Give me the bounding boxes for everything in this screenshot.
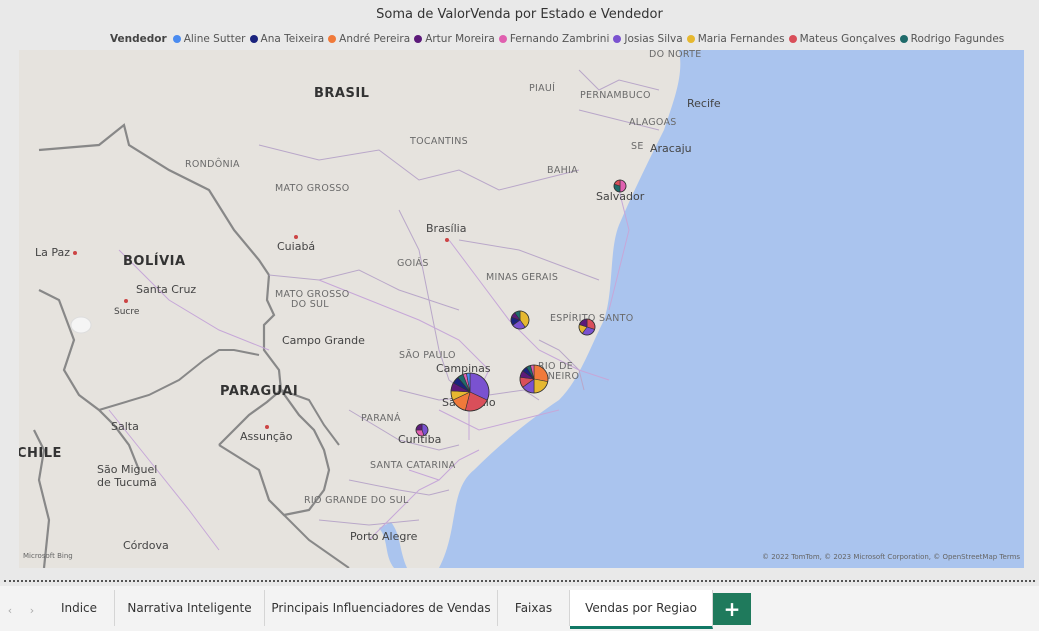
tab-principais-influenciadores[interactable]: Principais Influenciadores de Vendas [265, 590, 498, 626]
legend: Vendedor Aline Sutter Ana Teixeira André… [110, 32, 1008, 46]
legend-item-label: Josias Silva [624, 33, 683, 45]
legend-item-label: Mateus Gonçalves [799, 33, 896, 45]
pie-marker[interactable] [519, 364, 549, 394]
legend-dot-icon [498, 35, 507, 43]
legend-dot-icon [613, 35, 622, 43]
legend-item[interactable]: Mateus Gonçalves [788, 33, 896, 45]
page-divider [4, 580, 1035, 582]
report-canvas: Soma de ValorVenda por Estado e Vendedor… [0, 0, 1039, 583]
legend-item-label: Artur Moreira [425, 33, 495, 45]
pie-markers-layer [415, 179, 627, 437]
tab-vendas-por-regiao[interactable]: Vendas por Regiao [570, 590, 713, 629]
pie-marker[interactable] [450, 372, 490, 412]
legend-item[interactable]: Rodrigo Fagundes [899, 33, 1005, 45]
tab-narrativa-inteligente[interactable]: Narrativa Inteligente [115, 590, 265, 626]
legend-item-label: Ana Teixeira [260, 33, 325, 45]
legend-item-label: Rodrigo Fagundes [910, 33, 1005, 45]
tab-faixas[interactable]: Faixas [498, 590, 570, 626]
legend-dot-icon [249, 35, 258, 43]
legend-dot-icon [686, 35, 695, 43]
legend-dot-icon [899, 35, 908, 43]
legend-item[interactable]: Josias Silva [613, 33, 683, 45]
legend-dot-icon [172, 35, 181, 43]
legend-dot-icon [414, 35, 423, 43]
pie-marker[interactable] [578, 318, 596, 336]
map-visual[interactable]: BRASIL BOLÍVIA PARAGUAI CHILE RONDÔNIA M… [19, 50, 1024, 568]
legend-item-label: Maria Fernandes [697, 33, 785, 45]
pie-marker[interactable] [613, 179, 627, 193]
pie-slice[interactable] [619, 179, 627, 193]
legend-item[interactable]: Fernando Zambrini [498, 33, 610, 45]
legend-item[interactable]: Ana Teixeira [249, 33, 325, 45]
tab-indice[interactable]: Indice [44, 590, 115, 626]
legend-item-label: André Pereira [339, 33, 411, 45]
legend-item[interactable]: Maria Fernandes [686, 33, 785, 45]
pie-marker[interactable] [415, 423, 429, 437]
visual-title: Soma de ValorVenda por Estado e Vendedor [376, 7, 663, 22]
legend-title: Vendedor [110, 33, 167, 45]
legend-item-label: Fernando Zambrini [509, 33, 610, 45]
pie-marker[interactable] [510, 310, 530, 330]
legend-dot-icon [788, 35, 797, 43]
legend-item[interactable]: Aline Sutter [172, 33, 246, 45]
prev-page-arrow-icon[interactable]: ‹ [0, 590, 20, 630]
page-tab-bar: ‹ › Indice Narrativa Inteligente Princip… [0, 586, 1039, 631]
legend-dot-icon [328, 35, 337, 43]
legend-item[interactable]: Artur Moreira [414, 33, 495, 45]
next-page-arrow-icon[interactable]: › [22, 590, 42, 630]
legend-item[interactable]: André Pereira [328, 33, 410, 45]
legend-item-label: Aline Sutter [183, 33, 246, 45]
add-page-button[interactable]: + [713, 593, 751, 625]
